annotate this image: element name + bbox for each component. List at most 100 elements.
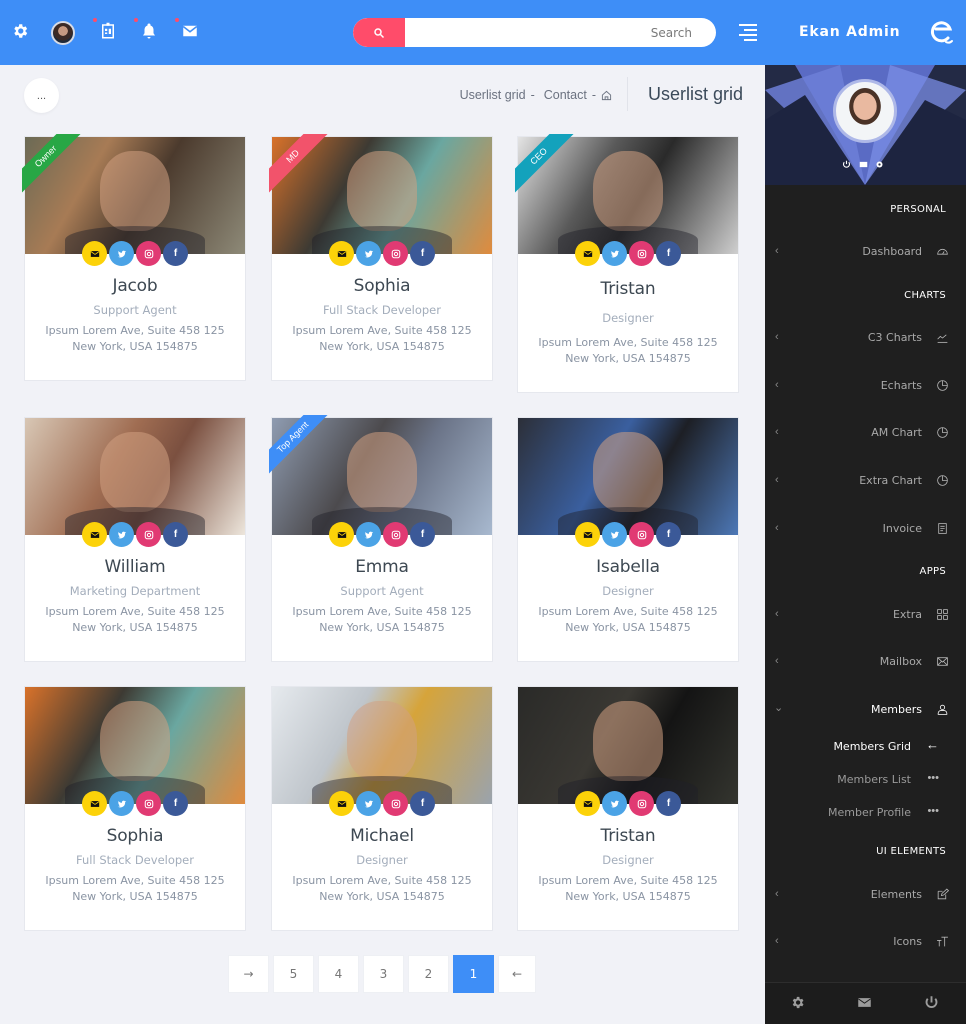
sidebar: PERSONAL ‹ Dashboard CHARTS ‹ C3 Charts … — [765, 65, 966, 1024]
brand-name[interactable]: Ekan Admin — [799, 24, 900, 40]
mail-icon[interactable] — [82, 241, 107, 266]
chevron-left-icon: ‹ — [775, 331, 779, 343]
mail-icon[interactable] — [329, 241, 354, 266]
instagram-icon[interactable] — [629, 241, 654, 266]
twitter-icon[interactable] — [356, 522, 381, 547]
more-options-button[interactable]: ... — [24, 78, 59, 113]
pagination-prev[interactable]: ← — [498, 955, 536, 993]
mail-icon[interactable] — [858, 159, 868, 169]
dashboard-icon — [936, 245, 949, 258]
calendar-icon[interactable] — [93, 18, 119, 42]
sidebar-item-extra[interactable]: ‹ Extra — [765, 600, 966, 630]
facebook-icon[interactable]: f — [656, 241, 681, 266]
mail-icon[interactable] — [82, 791, 107, 816]
sidebar-item-elements[interactable]: ‹ Elements — [765, 880, 966, 910]
sidebar-item-dashboard[interactable]: ‹ Dashboard — [765, 237, 966, 267]
pagination-next[interactable]: → — [228, 955, 269, 993]
address-line-2: New York, USA 154875 — [565, 890, 691, 903]
instagram-icon[interactable] — [136, 791, 161, 816]
facebook-icon[interactable]: f — [656, 791, 681, 816]
mail-icon[interactable] — [575, 791, 600, 816]
mail-icon[interactable] — [329, 522, 354, 547]
menu-toggle-icon[interactable] — [739, 24, 757, 41]
sidebar-subitem-members-grid[interactable]: Members Grid ← — [765, 736, 966, 758]
mail-icon[interactable] — [575, 522, 600, 547]
search-input[interactable] — [405, 18, 716, 47]
sidebar-subitem-member-profile[interactable]: Member Profile ••• — [765, 802, 966, 824]
brand-logo[interactable] — [928, 20, 954, 46]
pagination-page[interactable]: 5 — [273, 955, 314, 993]
mail-icon[interactable] — [575, 241, 600, 266]
pagination-page-active[interactable]: 1 — [453, 955, 494, 993]
sidebar-footer — [765, 982, 966, 1024]
sidebar-item-members[interactable]: ⌄ Members — [765, 695, 966, 725]
user-name: Tristan — [600, 279, 656, 299]
mail-icon[interactable] — [329, 791, 354, 816]
facebook-icon[interactable]: f — [410, 241, 435, 266]
portrait-face — [100, 432, 170, 512]
pagination-page[interactable]: 2 — [408, 955, 449, 993]
instagram-icon[interactable] — [383, 791, 408, 816]
sidebar-item-am-chart[interactable]: ‹ AM Chart — [765, 418, 966, 448]
bell-icon[interactable] — [134, 18, 160, 42]
gear-icon[interactable] — [9, 20, 31, 42]
ribbon-label: Top Agent — [269, 415, 329, 475]
gear-icon[interactable] — [874, 159, 884, 169]
line-chart-icon — [936, 331, 949, 344]
facebook-icon[interactable]: f — [163, 522, 188, 547]
mail-icon[interactable] — [175, 18, 201, 42]
user-address: Ipsum Lorem Ave, Suite 458 125 New York,… — [518, 604, 738, 636]
twitter-icon[interactable] — [356, 241, 381, 266]
instagram-icon[interactable] — [136, 241, 161, 266]
sidebar-profile — [765, 65, 966, 185]
user-avatar[interactable] — [51, 21, 75, 45]
profile-avatar[interactable] — [833, 79, 897, 143]
facebook-icon[interactable]: f — [410, 522, 435, 547]
search-bar — [353, 18, 716, 47]
pagination-page[interactable]: 3 — [363, 955, 404, 993]
pagination-page[interactable]: 4 — [318, 955, 359, 993]
sidebar-item-extra-chart[interactable]: ‹ Extra Chart — [765, 466, 966, 496]
search-button[interactable] — [353, 18, 405, 47]
more-icon: ••• — [927, 772, 939, 784]
user-address: Ipsum Lorem Ave, Suite 458 125 New York,… — [518, 873, 738, 905]
twitter-icon[interactable] — [109, 791, 134, 816]
address-line-1: Ipsum Lorem Ave, Suite 458 125 — [292, 324, 472, 337]
grid-icon — [936, 608, 949, 621]
facebook-icon[interactable]: f — [163, 791, 188, 816]
twitter-icon[interactable] — [602, 241, 627, 266]
twitter-icon[interactable] — [356, 791, 381, 816]
instagram-icon[interactable] — [383, 241, 408, 266]
facebook-icon[interactable]: f — [656, 522, 681, 547]
mail-icon[interactable] — [82, 522, 107, 547]
instagram-icon[interactable] — [629, 522, 654, 547]
breadcrumb-item[interactable]: Contact — [544, 88, 587, 102]
portrait-face — [593, 432, 663, 512]
gear-icon[interactable] — [790, 995, 806, 1011]
sidebar-item-invoice[interactable]: ‹ Invoice — [765, 514, 966, 544]
power-icon[interactable] — [841, 159, 851, 169]
social-links: f — [272, 791, 492, 816]
breadcrumb-item[interactable]: Userlist grid — [460, 88, 526, 102]
power-icon[interactable] — [924, 995, 940, 1011]
sidebar-item-echarts[interactable]: ‹ Echarts — [765, 371, 966, 401]
social-links: f — [272, 241, 492, 266]
mail-icon[interactable] — [857, 995, 873, 1011]
sidebar-item-mailbox[interactable]: ‹ Mailbox — [765, 647, 966, 677]
twitter-icon[interactable] — [602, 791, 627, 816]
twitter-icon[interactable] — [109, 241, 134, 266]
chevron-left-icon: ‹ — [775, 522, 779, 534]
search-icon — [374, 27, 385, 38]
twitter-icon[interactable] — [109, 522, 134, 547]
sidebar-item-icons[interactable]: ‹ Icons — [765, 927, 966, 957]
instagram-icon[interactable] — [136, 522, 161, 547]
user-role: Support Agent — [340, 584, 424, 598]
twitter-icon[interactable] — [602, 522, 627, 547]
instagram-icon[interactable] — [383, 522, 408, 547]
facebook-icon[interactable]: f — [163, 241, 188, 266]
home-icon[interactable] — [601, 90, 612, 101]
facebook-icon[interactable]: f — [410, 791, 435, 816]
sidebar-item-c3-charts[interactable]: ‹ C3 Charts — [765, 323, 966, 353]
instagram-icon[interactable] — [629, 791, 654, 816]
sidebar-subitem-members-list[interactable]: Members List ••• — [765, 769, 966, 791]
